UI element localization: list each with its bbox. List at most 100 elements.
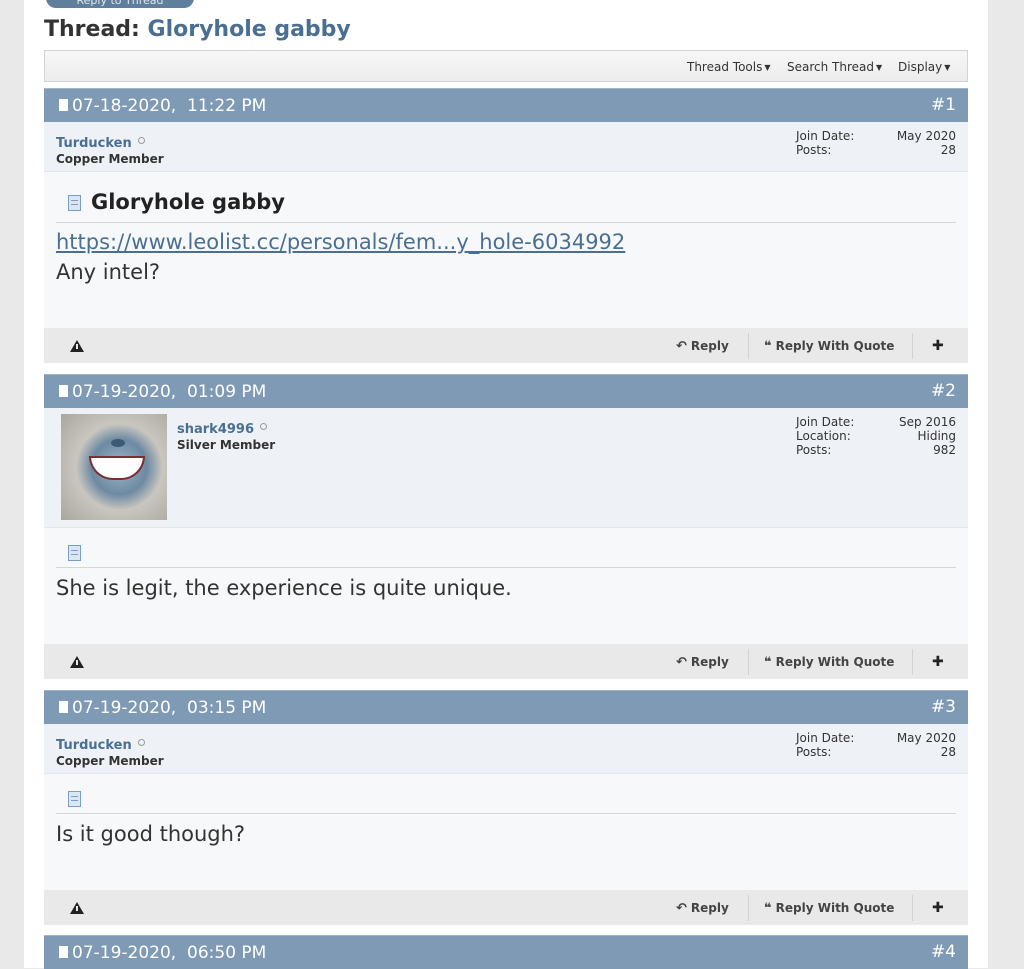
reply-arrow-icon: ↶ (676, 655, 687, 670)
post-3: 07-19-2020, 03:15 PM #3 Turducken Copper… (44, 690, 968, 925)
chevron-down-icon: ▼ (876, 63, 883, 72)
multi-quote-icon[interactable]: ✚ (932, 654, 944, 670)
search-thread-label: Search Thread (787, 60, 874, 74)
post-userinfo: shark4996 Silver Member Join Date: Sep 20… (44, 408, 968, 528)
post-title-icon (68, 545, 81, 561)
thread-tools-menu[interactable]: Thread Tools ▼ (687, 60, 771, 74)
divider (912, 649, 913, 675)
post-header: 07-19-2020, 01:09 PM #2 (44, 374, 968, 408)
posts-count: 982 (933, 443, 956, 457)
display-menu[interactable]: Display ▼ (898, 60, 950, 74)
user-rank: Silver Member (177, 438, 276, 452)
post-divider (56, 813, 956, 814)
thread-tools-label: Thread Tools (687, 60, 763, 74)
location-label: Location: (796, 429, 851, 443)
post-body: Gloryhole gabby https://www.leolist.cc/p… (44, 172, 968, 328)
post-header: 07-19-2020, 03:15 PM #3 (44, 690, 968, 724)
divider (748, 649, 749, 675)
avatar-eye (111, 439, 125, 447)
divider (912, 333, 913, 359)
post-link[interactable]: https://www.leolist.cc/personals/fem...y… (56, 230, 625, 254)
join-date-label: Join Date: (796, 415, 855, 429)
divider (748, 895, 749, 921)
post-number-link[interactable]: #4 (931, 942, 956, 962)
post-header: 07-19-2020, 06:50 PM #4 (44, 935, 968, 969)
thread-title: Thread: Gloryhole gabby (44, 17, 351, 42)
divider (748, 333, 749, 359)
post-body: Is it good though? (44, 774, 968, 890)
post-number-link[interactable]: #2 (931, 381, 956, 401)
post-header: 07-18-2020, 11:22 PM #1 (44, 88, 968, 122)
username-link[interactable]: shark4996 (177, 422, 268, 437)
multi-quote-icon[interactable]: ✚ (932, 900, 944, 916)
user-stats: Join Date: May 2020 Posts: 28 (796, 731, 956, 759)
posts-count: 28 (940, 143, 956, 157)
report-icon[interactable] (70, 902, 84, 914)
offline-status-icon (137, 739, 145, 746)
post-title-icon (68, 195, 81, 211)
post-userinfo: Turducken Copper Member Join Date: May 20… (44, 122, 968, 172)
quote-icon: ❝ (764, 901, 772, 916)
reply-with-quote-button[interactable]: ❝ Reply With Quote (764, 655, 894, 670)
thread-title-prefix: Thread: (44, 17, 140, 42)
display-label: Display (898, 60, 943, 74)
location-value: Hiding (917, 429, 956, 443)
post-date: 07-19-2020, 03:15 PM (72, 698, 267, 718)
post-4: 07-19-2020, 06:50 PM #4 (44, 935, 968, 969)
divider (912, 895, 913, 921)
username-link[interactable]: Turducken (56, 738, 145, 753)
post-body: She is legit, the experience is quite un… (44, 528, 968, 644)
post-text: She is legit, the experience is quite un… (56, 576, 512, 600)
reply-to-thread-button[interactable]: Reply to Thread (46, 0, 194, 8)
reply-with-quote-button[interactable]: ❝ Reply With Quote (764, 901, 894, 916)
user-rank: Copper Member (56, 754, 164, 768)
join-date-label: Join Date: (796, 129, 855, 143)
join-date-value: May 2020 (896, 129, 956, 143)
report-icon[interactable] (70, 656, 84, 668)
reply-button[interactable]: ↶ Reply (676, 339, 729, 354)
post-status-icon (59, 385, 68, 397)
post-footer: ↶ Reply ❝ Reply With Quote ✚ (44, 328, 968, 363)
search-thread-menu[interactable]: Search Thread ▼ (787, 60, 882, 74)
user-stats: Join Date: May 2020 Posts: 28 (796, 129, 956, 157)
avatar[interactable] (61, 414, 167, 520)
avatar-jaw (89, 456, 145, 480)
report-icon[interactable] (70, 340, 84, 352)
offline-status-icon (260, 423, 268, 430)
post-number-link[interactable]: #1 (931, 95, 956, 115)
reply-button[interactable]: ↶ Reply (676, 901, 729, 916)
post-divider (56, 567, 956, 568)
post-status-icon (59, 946, 68, 958)
username-link[interactable]: Turducken (56, 136, 145, 151)
reply-arrow-icon: ↶ (676, 339, 687, 354)
quote-icon: ❝ (764, 655, 772, 670)
posts-label: Posts: (796, 143, 832, 157)
post-userinfo: Turducken Copper Member Join Date: May 20… (44, 724, 968, 774)
post-title: Gloryhole gabby (91, 190, 285, 214)
quote-icon: ❝ (764, 339, 772, 354)
post-text: Any intel? (56, 260, 161, 284)
thread-toolbar: Thread Tools ▼ Search Thread ▼ Display ▼ (44, 50, 968, 82)
posts-count: 28 (940, 745, 956, 759)
posts-label: Posts: (796, 745, 832, 759)
post-1: 07-18-2020, 11:22 PM #1 Turducken Copper… (44, 88, 968, 363)
user-stats: Join Date: Sep 2016 Location: Hiding Posts… (796, 415, 956, 457)
chevron-down-icon: ▼ (764, 63, 771, 72)
post-date: 07-19-2020, 06:50 PM (72, 943, 267, 963)
multi-quote-icon[interactable]: ✚ (932, 338, 944, 354)
post-status-icon (59, 701, 68, 713)
posts-label: Posts: (796, 443, 832, 457)
thread-title-name[interactable]: Gloryhole gabby (148, 17, 351, 42)
join-date-label: Join Date: (796, 731, 855, 745)
reply-arrow-icon: ↶ (676, 901, 687, 916)
reply-with-quote-button[interactable]: ❝ Reply With Quote (764, 339, 894, 354)
post-footer: ↶ Reply ❝ Reply With Quote ✚ (44, 644, 968, 679)
chevron-down-icon: ▼ (944, 63, 951, 72)
post-date: 07-19-2020, 01:09 PM (72, 382, 267, 402)
post-footer: ↶ Reply ❝ Reply With Quote ✚ (44, 890, 968, 925)
offline-status-icon (137, 137, 145, 144)
reply-button[interactable]: ↶ Reply (676, 655, 729, 670)
join-date-value: May 2020 (896, 731, 956, 745)
post-text: Is it good though? (56, 822, 246, 846)
post-number-link[interactable]: #3 (931, 697, 956, 717)
